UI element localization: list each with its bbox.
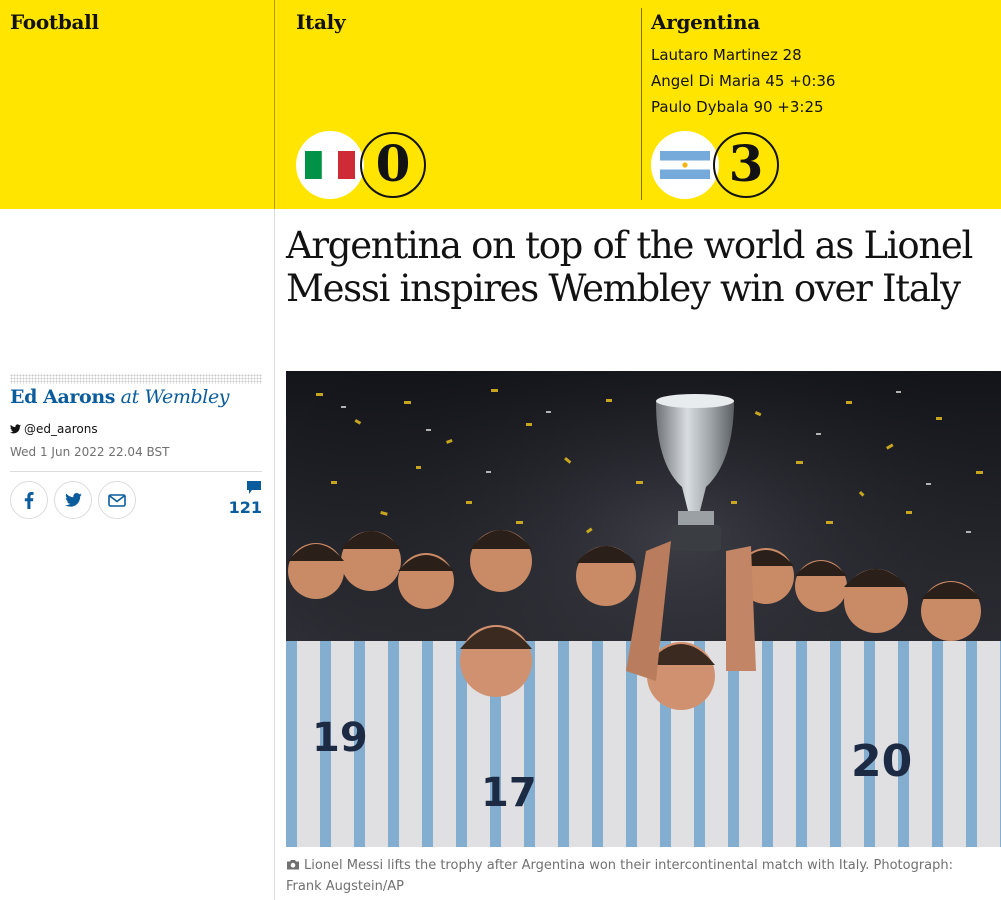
- share-facebook-button[interactable]: [10, 481, 48, 519]
- away-team-name: Argentina: [651, 10, 760, 34]
- header-divider: [274, 0, 275, 209]
- twitter-icon: [10, 424, 21, 434]
- svg-text:20: 20: [851, 736, 912, 787]
- section-link-football[interactable]: Football: [10, 10, 99, 34]
- team-divider: [641, 8, 642, 200]
- twitter-handle[interactable]: @ed_aarons: [10, 422, 98, 436]
- comment-icon: [247, 481, 261, 494]
- main-media-image[interactable]: 19 17 20: [286, 371, 1001, 847]
- away-scorers-list: Lautaro Martinez 28 Angel Di Maria 45 +0…: [651, 42, 835, 120]
- scorer-item: Angel Di Maria 45 +0:36: [651, 72, 836, 90]
- email-icon: [108, 493, 126, 507]
- home-score: 0: [360, 132, 426, 198]
- publish-date: Wed 1 Jun 2022 22.04 BST: [10, 445, 170, 459]
- author-link[interactable]: Ed Aarons: [10, 386, 115, 408]
- meta-divider: [10, 471, 262, 472]
- camera-icon: [287, 860, 299, 870]
- svg-text:17: 17: [481, 770, 537, 816]
- byline: Ed Aarons at Wembley: [10, 386, 230, 408]
- italy-flag-icon: [296, 131, 364, 199]
- scorer-item: Paulo Dybala 90 +3:25: [651, 98, 824, 116]
- argentina-flag-icon: [651, 131, 719, 199]
- facebook-icon: [24, 491, 34, 509]
- meta-dotted-rule: [10, 374, 262, 384]
- article-headline: Argentina on top of the world as Lionel …: [286, 224, 973, 310]
- caption-text: Lionel Messi lifts the trophy after Arge…: [286, 858, 954, 894]
- scorer-item: Lautaro Martinez 28: [651, 46, 802, 64]
- share-twitter-button[interactable]: [54, 481, 92, 519]
- away-score: 3: [713, 132, 779, 198]
- column-divider: [274, 209, 275, 900]
- twitter-handle-text: @ed_aarons: [24, 422, 98, 436]
- home-team-name: Italy: [296, 10, 346, 34]
- comment-count: 121: [228, 498, 262, 517]
- image-caption: Lionel Messi lifts the trophy after Arge…: [286, 855, 986, 897]
- twitter-icon: [64, 493, 82, 507]
- byline-location: at Wembley: [120, 386, 230, 408]
- share-email-button[interactable]: [98, 481, 136, 519]
- match-header: Football Italy Argentina Lautaro Martine…: [0, 0, 1001, 209]
- svg-text:19: 19: [312, 715, 368, 761]
